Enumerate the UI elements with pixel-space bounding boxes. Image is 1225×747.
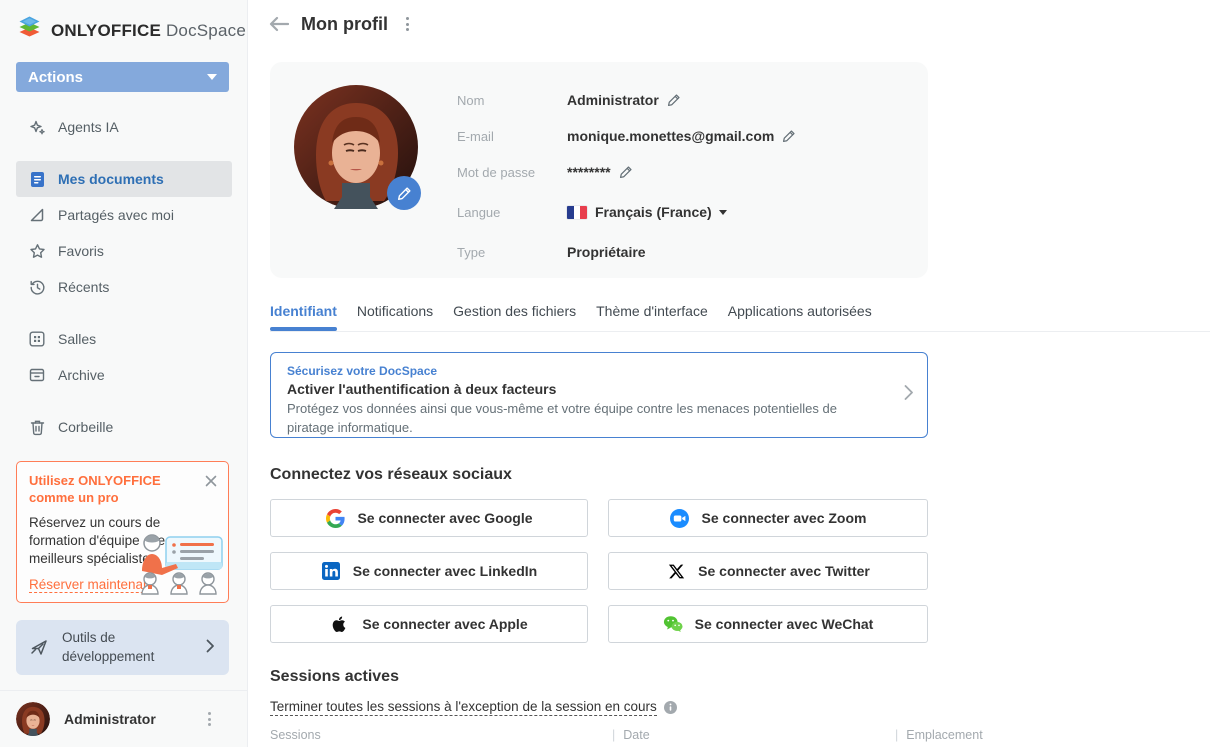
trash-icon — [28, 418, 46, 436]
current-user-row[interactable]: Administrator — [0, 690, 247, 747]
edit-email-icon[interactable] — [782, 129, 796, 143]
rooms-grid-icon — [28, 330, 46, 348]
onlyoffice-layers-icon — [16, 15, 43, 46]
connect-google-button[interactable]: Se connecter avec Google — [270, 499, 588, 537]
tab-identifiant[interactable]: Identifiant — [270, 303, 337, 331]
chevron-right-icon — [206, 639, 215, 656]
twitter-x-icon — [666, 561, 686, 581]
developer-tools-icon — [30, 637, 49, 659]
sidebar-item-archive[interactable]: Archive — [16, 357, 232, 393]
field-language: Langue Français (France) — [457, 202, 796, 222]
document-icon — [28, 170, 46, 188]
sidebar: ONLYOFFICE DocSpace Actions Agents IA Me… — [0, 0, 248, 747]
sidebar-item-agents-ia[interactable]: Agents IA — [16, 109, 232, 145]
profile-tabs: Identifiant Notifications Gestion des fi… — [270, 303, 892, 331]
edit-avatar-button[interactable] — [387, 176, 421, 210]
avatar[interactable] — [16, 702, 50, 736]
shared-icon — [28, 206, 46, 224]
france-flag-icon — [567, 205, 587, 219]
banner-title: Activer l'authentification à deux facteu… — [287, 381, 557, 397]
sidebar-item-trash[interactable]: Corbeille — [16, 409, 232, 445]
back-arrow-icon[interactable] — [268, 13, 290, 35]
sidebar-nav: Agents IA Mes documents Partagés avec mo… — [16, 109, 232, 445]
field-password: Mot de passe ******** — [457, 162, 796, 182]
brand-name: ONLYOFFICE DocSpace — [51, 20, 246, 40]
language-selector[interactable]: Français (France) — [567, 204, 727, 220]
sidebar-item-rooms[interactable]: Salles — [16, 321, 232, 357]
connect-twitter-button[interactable]: Se connecter avec Twitter — [608, 552, 928, 590]
caret-down-icon — [718, 209, 727, 215]
tab-authorized-apps[interactable]: Applications autorisées — [728, 303, 872, 329]
terminate-sessions-row: Terminer toutes les sessions à l'excepti… — [270, 699, 677, 716]
history-clock-icon — [28, 278, 46, 296]
caret-down-icon — [207, 74, 217, 80]
social-buttons: Se connecter avec Google Se connecter av… — [270, 499, 928, 643]
tab-file-management[interactable]: Gestion des fichiers — [453, 303, 576, 329]
info-icon[interactable] — [663, 701, 677, 714]
user-name: Administrator — [64, 711, 156, 727]
google-icon — [325, 508, 345, 528]
field-type: Type Propriétaire — [457, 244, 646, 260]
profile-fields: Nom Administrator E-mail monique.monette… — [457, 90, 796, 278]
edit-name-icon[interactable] — [667, 93, 681, 107]
sidebar-item-favorites[interactable]: Favoris — [16, 233, 232, 269]
user-options-icon[interactable] — [204, 708, 215, 730]
promo-card: Utilisez ONLYOFFICE comme un pro Réserve… — [16, 461, 229, 603]
banner-caption: Sécurisez votre DocSpace — [287, 364, 438, 378]
connect-wechat-button[interactable]: Se connecter avec WeChat — [608, 605, 928, 643]
tab-interface-theme[interactable]: Thème d'interface — [596, 303, 708, 329]
profile-avatar — [294, 85, 421, 210]
connect-linkedin-button[interactable]: Se connecter avec LinkedIn — [270, 552, 588, 590]
field-email: E-mail monique.monettes@gmail.com — [457, 126, 796, 146]
ai-sparkle-icon — [28, 118, 46, 136]
sidebar-item-shared[interactable]: Partagés avec moi — [16, 197, 232, 233]
sessions-table-header: Sessions | Date | Emplacement — [270, 728, 1210, 742]
sessions-heading: Sessions actives — [270, 668, 399, 685]
tab-notifications[interactable]: Notifications — [357, 303, 433, 329]
connect-zoom-button[interactable]: Se connecter avec Zoom — [608, 499, 928, 537]
close-icon[interactable] — [203, 473, 219, 489]
promo-title: Utilisez ONLYOFFICE comme un pro — [29, 473, 161, 505]
star-icon — [28, 242, 46, 260]
column-date: | Date — [612, 728, 650, 742]
linkedin-icon — [321, 561, 341, 581]
main-content: Mon profil Nom Administrator E-mail moni… — [248, 0, 1225, 747]
tabs-divider — [270, 331, 1210, 332]
edit-password-icon[interactable] — [619, 165, 633, 179]
wechat-icon — [663, 614, 683, 634]
sidebar-item-recent[interactable]: Récents — [16, 269, 232, 305]
column-location: | Emplacement — [895, 728, 983, 742]
column-sessions: Sessions — [270, 728, 321, 742]
developer-tools-button[interactable]: Outils de développement — [16, 620, 229, 675]
two-factor-banner[interactable]: Sécurisez votre DocSpace Activer l'authe… — [270, 352, 928, 438]
profile-options-icon[interactable] — [402, 13, 413, 35]
social-heading: Connectez vos réseaux sociaux — [270, 466, 512, 483]
apple-icon — [330, 614, 350, 634]
connect-apple-button[interactable]: Se connecter avec Apple — [270, 605, 588, 643]
actions-button[interactable]: Actions — [16, 62, 229, 92]
sidebar-item-my-documents[interactable]: Mes documents — [16, 161, 232, 197]
training-illustration — [134, 531, 226, 602]
terminate-sessions-link[interactable]: Terminer toutes les sessions à l'excepti… — [270, 699, 657, 716]
archive-box-icon — [28, 366, 46, 384]
banner-description: Protégez vos données ainsi que vous-même… — [287, 401, 837, 435]
docspace-app: ONLYOFFICE DocSpace Actions Agents IA Me… — [0, 0, 1225, 747]
page-title: Mon profil — [301, 13, 388, 34]
chevron-right-icon — [904, 385, 913, 406]
app-logo[interactable]: ONLYOFFICE DocSpace — [16, 15, 246, 46]
profile-card: Nom Administrator E-mail monique.monette… — [270, 62, 928, 278]
field-name: Nom Administrator — [457, 90, 796, 110]
zoom-icon — [670, 508, 690, 528]
page-header: Mon profil — [268, 13, 413, 35]
